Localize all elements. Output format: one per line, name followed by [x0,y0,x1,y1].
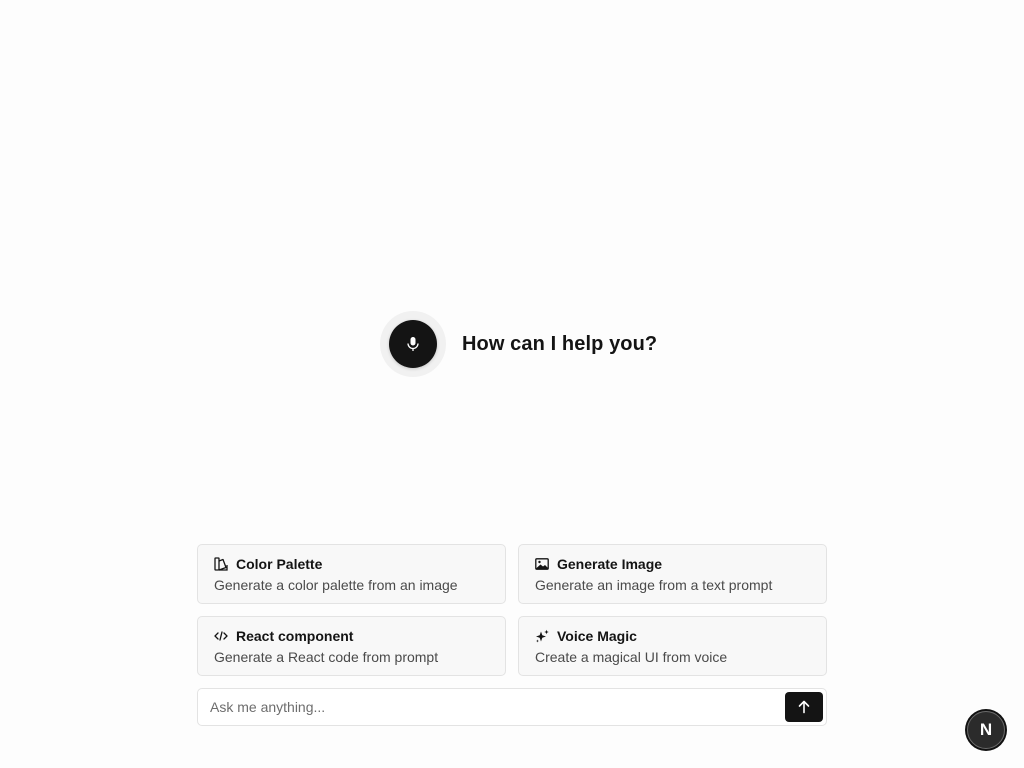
suggestion-card-generate-image[interactable]: Generate Image Generate an image from a … [518,544,827,604]
card-header: Color Palette [214,555,489,573]
microphone-icon [406,336,420,352]
card-title: React component [236,628,354,644]
hero: How can I help you? [380,311,657,377]
card-title: Generate Image [557,556,663,572]
send-button[interactable] [785,692,823,722]
suggestion-card-voice-magic[interactable]: Voice Magic Create a magical UI from voi… [518,616,827,676]
image-icon [535,557,549,571]
prompt-input[interactable] [198,689,785,725]
suggestion-grid: Color Palette Generate a color palette f… [197,544,827,676]
card-title: Voice Magic [557,628,637,644]
suggestion-card-react-component[interactable]: React component Generate a React code fr… [197,616,506,676]
card-description: Generate an image from a text prompt [535,577,773,593]
card-header: React component [214,627,489,645]
card-description: Generate a React code from prompt [214,649,439,665]
arrow-up-icon [797,700,811,714]
card-description: Create a magical UI from voice [535,649,728,665]
card-header: Generate Image [535,555,810,573]
page: How can I help you? Color Palette Genera… [0,0,1024,768]
suggestion-card-color-palette[interactable]: Color Palette Generate a color palette f… [197,544,506,604]
card-title: Color Palette [236,556,323,572]
mic-halo [380,311,446,377]
card-header: Voice Magic [535,627,810,645]
n-badge-button[interactable]: N [967,711,1005,749]
palette-icon [214,557,228,571]
microphone-button[interactable] [389,320,437,368]
sparkles-icon [535,629,549,643]
code-icon [214,629,228,643]
card-description: Generate a color palette from an image [214,577,458,593]
prompt-bar [197,688,827,726]
hero-title: How can I help you? [462,332,658,355]
